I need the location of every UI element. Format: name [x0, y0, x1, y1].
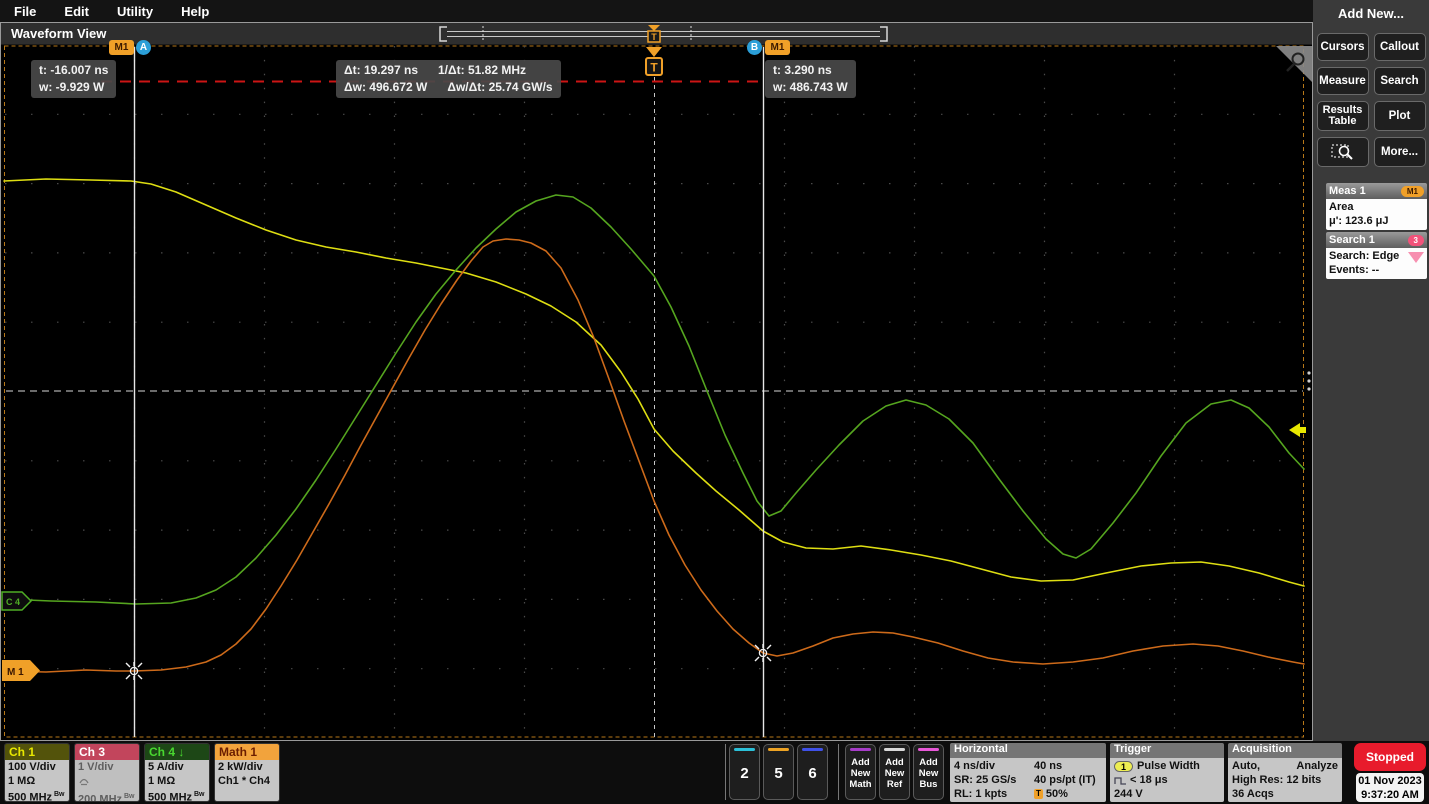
- pulse-width-icon: [1114, 775, 1127, 785]
- bandwidth-badge: Bw: [52, 791, 64, 798]
- toolbar-divider: [725, 744, 726, 800]
- oscilloscope-app: File Edit Utility Help Waveform View T: [0, 0, 1429, 804]
- search-1-count-badge: 3: [1408, 235, 1424, 246]
- trigger-source-badge: 1: [1114, 761, 1133, 772]
- horizontal-title: Horizontal: [950, 743, 1106, 758]
- math1-reference-label: M 1: [7, 667, 24, 678]
- add-results-table-button[interactable]: Results Table: [1317, 101, 1369, 131]
- graticule-area[interactable]: T C 4 M 1 M1 A B M1 t: -16.007 ns w: -: [1, 45, 1312, 740]
- channel-badge-ch-1[interactable]: Ch 1100 V/div1 MΩ500 MHz Bw: [4, 743, 70, 802]
- add-plot-button[interactable]: Plot: [1374, 101, 1426, 131]
- add-new-math-button[interactable]: AddNewMath: [845, 744, 876, 800]
- trigger-panel[interactable]: Trigger 1Pulse Width < 18 μs 244 V: [1110, 743, 1224, 802]
- acquisition-panel[interactable]: Acquisition Auto,Analyze High Res: 12 bi…: [1228, 743, 1342, 802]
- meas-1-panel[interactable]: Meas 1 M1 Area μ': 123.6 μJ: [1326, 183, 1427, 230]
- horizontal-panel[interactable]: Horizontal 4 ns/div40 ns SR: 25 GS/s40 p…: [950, 743, 1106, 802]
- meas-1-title: Meas 1: [1329, 185, 1366, 197]
- cursor-delta-readout: Δt: 19.297 ns1/Δt: 51.82 MHz Δw: 496.672…: [336, 60, 561, 98]
- overview-right-bracket: [880, 27, 887, 41]
- channel-badge-math-1[interactable]: Math 12 kW/divCh1 * Ch4: [214, 743, 280, 802]
- menu-utility[interactable]: Utility: [117, 4, 153, 19]
- meas-1-source-badge: M1: [1401, 186, 1424, 197]
- date-text: 01 Nov 2023: [1356, 774, 1424, 788]
- overview-trigger-arrow-icon[interactable]: [648, 25, 660, 31]
- toolbar-divider: [838, 744, 839, 800]
- overview-trigger-t: T: [651, 32, 657, 42]
- add-new-bus-button[interactable]: AddNewBus: [913, 744, 944, 800]
- channel-badge-ch-3[interactable]: Ch 31 V/div200 MHz Bw: [74, 743, 140, 802]
- menu-help[interactable]: Help: [181, 4, 209, 19]
- search-edge-slope-icon[interactable]: [1408, 252, 1424, 263]
- meas-1-type: Area: [1329, 200, 1424, 214]
- zoom-tool-button[interactable]: [1317, 137, 1369, 167]
- menu-bar: File Edit Utility Help: [0, 0, 1313, 22]
- add-measure-button[interactable]: Measure: [1317, 67, 1369, 95]
- search-1-events: Events: --: [1329, 263, 1424, 277]
- menu-file[interactable]: File: [14, 4, 36, 19]
- cursor-a-badge[interactable]: A: [136, 40, 151, 55]
- bandwidth-badge: Bw: [192, 791, 204, 798]
- coupling-icon: [78, 775, 90, 786]
- cursor-b-badge[interactable]: B: [747, 40, 762, 55]
- settings-bar: Ch 1100 V/div1 MΩ500 MHz BwCh 31 V/div20…: [0, 741, 1429, 804]
- add-callout-button[interactable]: Callout: [1374, 33, 1426, 61]
- zoom-tool-icon: [1331, 143, 1355, 161]
- cursor-a-readout: t: -16.007 ns w: -9.929 W: [31, 60, 116, 98]
- add-new-title: Add New...: [1313, 6, 1429, 21]
- acquisition-title: Acquisition: [1228, 743, 1342, 758]
- panel-drag-handle[interactable]: [1307, 371, 1310, 390]
- trigger-position-icon: T: [1034, 789, 1043, 799]
- menu-edit[interactable]: Edit: [64, 4, 89, 19]
- meas-1-value: μ': 123.6 μJ: [1329, 214, 1424, 228]
- add-search-button[interactable]: Search: [1374, 67, 1426, 95]
- channel-5-button[interactable]: 5: [763, 744, 794, 800]
- results-bar: Add New... Cursors Callout Measure Searc…: [1313, 0, 1429, 741]
- run-stop-button[interactable]: Stopped: [1354, 743, 1426, 771]
- cursor-a-source-badge[interactable]: M1: [109, 40, 134, 55]
- more-button[interactable]: More...: [1374, 137, 1426, 167]
- search-1-title: Search 1: [1329, 234, 1375, 246]
- cursor-b-readout: t: 3.290 ns w: 486.743 W: [765, 60, 856, 98]
- ch4-reference-label: C 4: [6, 597, 20, 607]
- overview-left-bracket: [440, 27, 447, 41]
- channel-badge-ch-4[interactable]: Ch 4 ↓5 A/div1 MΩ500 MHz Bw: [144, 743, 210, 802]
- cursor-b-source-badge[interactable]: M1: [765, 40, 790, 55]
- trigger-flag-arrow-icon[interactable]: [646, 47, 662, 57]
- waveform-view-titlebar: Waveform View T: [1, 23, 1312, 45]
- channel-6-button[interactable]: 6: [797, 744, 828, 800]
- add-cursors-button[interactable]: Cursors: [1317, 33, 1369, 61]
- waveform-view: Waveform View T: [0, 22, 1313, 741]
- search-1-panel[interactable]: Search 1 3 Search: Edge Events: --: [1326, 232, 1427, 279]
- bandwidth-badge: Bw: [122, 793, 134, 800]
- datetime-display: 01 Nov 2023 9:37:20 AM: [1356, 773, 1424, 802]
- trigger-title: Trigger: [1110, 743, 1224, 758]
- add-new-ref-button[interactable]: AddNewRef: [879, 744, 910, 800]
- channel-2-button[interactable]: 2: [729, 744, 760, 800]
- trigger-flag-t: T: [650, 61, 658, 75]
- waveform-view-title: Waveform View: [11, 26, 106, 41]
- time-text: 9:37:20 AM: [1356, 788, 1424, 802]
